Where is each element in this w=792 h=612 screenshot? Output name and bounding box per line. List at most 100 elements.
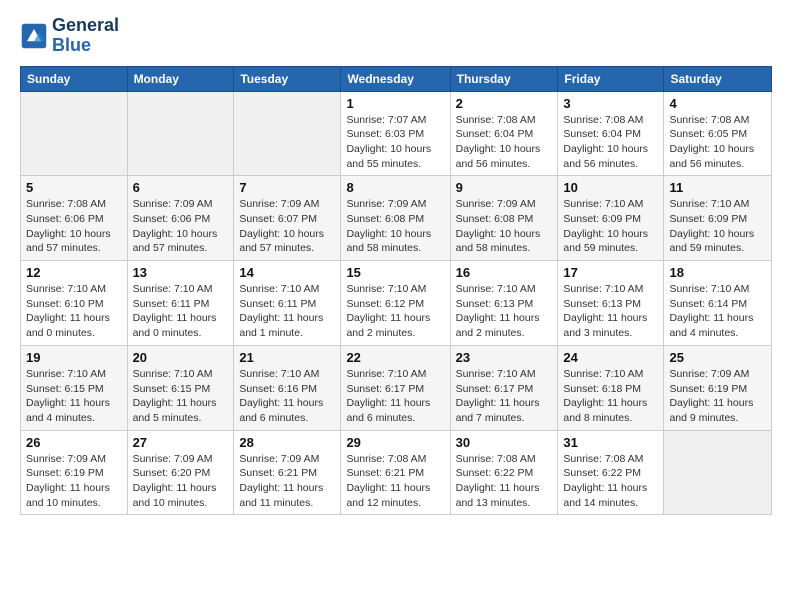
weekday-header-friday: Friday — [558, 66, 664, 91]
day-info: Sunrise: 7:09 AM Sunset: 6:21 PM Dayligh… — [239, 452, 335, 511]
day-info: Sunrise: 7:08 AM Sunset: 6:21 PM Dayligh… — [346, 452, 444, 511]
day-cell: 7 Sunrise: 7:09 AM Sunset: 6:07 PM Daylig… — [234, 176, 341, 261]
day-cell: 15 Sunrise: 7:10 AM Sunset: 6:12 PM Dayli… — [341, 261, 450, 346]
day-cell — [234, 91, 341, 176]
day-number: 16 — [456, 265, 553, 280]
day-number: 17 — [563, 265, 658, 280]
day-info: Sunrise: 7:08 AM Sunset: 6:04 PM Dayligh… — [563, 113, 658, 172]
day-number: 9 — [456, 180, 553, 195]
day-number: 23 — [456, 350, 553, 365]
day-cell: 12Sunrise: 7:10 AM Sunset: 6:10 PM Dayli… — [21, 261, 128, 346]
day-info: Sunrise: 7:09 AM Sunset: 6:19 PM Dayligh… — [26, 452, 122, 511]
day-info: Sunrise: 7:09 AM Sunset: 6:07 PM Dayligh… — [239, 197, 335, 256]
day-number: 26 — [26, 435, 122, 450]
day-info: Sunrise: 7:10 AM Sunset: 6:15 PM Dayligh… — [133, 367, 229, 426]
week-row-3: 12Sunrise: 7:10 AM Sunset: 6:10 PM Dayli… — [21, 261, 772, 346]
day-info: Sunrise: 7:10 AM Sunset: 6:18 PM Dayligh… — [563, 367, 658, 426]
day-info: Sunrise: 7:07 AM Sunset: 6:03 PM Dayligh… — [346, 113, 444, 172]
day-cell: 5Sunrise: 7:08 AM Sunset: 6:06 PM Daylig… — [21, 176, 128, 261]
day-number: 18 — [669, 265, 766, 280]
day-info: Sunrise: 7:09 AM Sunset: 6:20 PM Dayligh… — [133, 452, 229, 511]
day-cell: 4 Sunrise: 7:08 AM Sunset: 6:05 PM Daylig… — [664, 91, 772, 176]
day-number: 24 — [563, 350, 658, 365]
week-row-1: 1 Sunrise: 7:07 AM Sunset: 6:03 PM Daylig… — [21, 91, 772, 176]
weekday-header-saturday: Saturday — [664, 66, 772, 91]
day-number: 6 — [133, 180, 229, 195]
day-number: 11 — [669, 180, 766, 195]
day-info: Sunrise: 7:09 AM Sunset: 6:19 PM Dayligh… — [669, 367, 766, 426]
day-cell — [21, 91, 128, 176]
day-cell: 23 Sunrise: 7:10 AM Sunset: 6:17 PM Dayli… — [450, 345, 558, 430]
day-cell: 10Sunrise: 7:10 AM Sunset: 6:09 PM Dayli… — [558, 176, 664, 261]
day-number: 22 — [346, 350, 444, 365]
day-cell: 9 Sunrise: 7:09 AM Sunset: 6:08 PM Daylig… — [450, 176, 558, 261]
day-cell: 24 Sunrise: 7:10 AM Sunset: 6:18 PM Dayli… — [558, 345, 664, 430]
day-info: Sunrise: 7:08 AM Sunset: 6:06 PM Dayligh… — [26, 197, 122, 256]
day-number: 1 — [346, 96, 444, 111]
day-number: 28 — [239, 435, 335, 450]
day-info: Sunrise: 7:08 AM Sunset: 6:05 PM Dayligh… — [669, 113, 766, 172]
day-cell: 13 Sunrise: 7:10 AM Sunset: 6:11 PM Dayli… — [127, 261, 234, 346]
day-cell: 3 Sunrise: 7:08 AM Sunset: 6:04 PM Daylig… — [558, 91, 664, 176]
calendar-table: SundayMondayTuesdayWednesdayThursdayFrid… — [20, 66, 772, 516]
day-info: Sunrise: 7:10 AM Sunset: 6:15 PM Dayligh… — [26, 367, 122, 426]
day-cell: 25Sunrise: 7:09 AM Sunset: 6:19 PM Dayli… — [664, 345, 772, 430]
day-cell: 6 Sunrise: 7:09 AM Sunset: 6:06 PM Daylig… — [127, 176, 234, 261]
day-info: Sunrise: 7:10 AM Sunset: 6:11 PM Dayligh… — [133, 282, 229, 341]
day-cell: 14Sunrise: 7:10 AM Sunset: 6:11 PM Dayli… — [234, 261, 341, 346]
day-info: Sunrise: 7:10 AM Sunset: 6:14 PM Dayligh… — [669, 282, 766, 341]
weekday-header-row: SundayMondayTuesdayWednesdayThursdayFrid… — [21, 66, 772, 91]
day-cell: 31Sunrise: 7:08 AM Sunset: 6:22 PM Dayli… — [558, 430, 664, 515]
day-number: 27 — [133, 435, 229, 450]
day-info: Sunrise: 7:10 AM Sunset: 6:17 PM Dayligh… — [346, 367, 444, 426]
weekday-header-tuesday: Tuesday — [234, 66, 341, 91]
day-cell: 22 Sunrise: 7:10 AM Sunset: 6:17 PM Dayli… — [341, 345, 450, 430]
day-number: 7 — [239, 180, 335, 195]
logo-line2: Blue — [52, 36, 119, 56]
page: General Blue SundayMondayTuesdayWednesda… — [0, 0, 792, 612]
header: General Blue — [20, 16, 772, 56]
weekday-header-wednesday: Wednesday — [341, 66, 450, 91]
week-row-4: 19 Sunrise: 7:10 AM Sunset: 6:15 PM Dayli… — [21, 345, 772, 430]
day-info: Sunrise: 7:09 AM Sunset: 6:06 PM Dayligh… — [133, 197, 229, 256]
day-number: 3 — [563, 96, 658, 111]
day-info: Sunrise: 7:09 AM Sunset: 6:08 PM Dayligh… — [346, 197, 444, 256]
day-number: 13 — [133, 265, 229, 280]
weekday-header-thursday: Thursday — [450, 66, 558, 91]
day-cell: 11 Sunrise: 7:10 AM Sunset: 6:09 PM Dayli… — [664, 176, 772, 261]
logo: General Blue — [20, 16, 119, 56]
day-number: 31 — [563, 435, 658, 450]
day-cell: 21 Sunrise: 7:10 AM Sunset: 6:16 PM Dayli… — [234, 345, 341, 430]
day-number: 15 — [346, 265, 444, 280]
logo-icon — [20, 22, 48, 50]
day-info: Sunrise: 7:10 AM Sunset: 6:12 PM Dayligh… — [346, 282, 444, 341]
day-number: 21 — [239, 350, 335, 365]
day-number: 10 — [563, 180, 658, 195]
day-cell: 29 Sunrise: 7:08 AM Sunset: 6:21 PM Dayli… — [341, 430, 450, 515]
day-info: Sunrise: 7:10 AM Sunset: 6:11 PM Dayligh… — [239, 282, 335, 341]
logo-line1: General — [52, 16, 119, 36]
week-row-2: 5Sunrise: 7:08 AM Sunset: 6:06 PM Daylig… — [21, 176, 772, 261]
day-cell — [127, 91, 234, 176]
day-cell: 26 Sunrise: 7:09 AM Sunset: 6:19 PM Dayli… — [21, 430, 128, 515]
week-row-5: 26 Sunrise: 7:09 AM Sunset: 6:19 PM Dayli… — [21, 430, 772, 515]
day-info: Sunrise: 7:10 AM Sunset: 6:16 PM Dayligh… — [239, 367, 335, 426]
day-info: Sunrise: 7:10 AM Sunset: 6:13 PM Dayligh… — [563, 282, 658, 341]
day-number: 30 — [456, 435, 553, 450]
day-info: Sunrise: 7:10 AM Sunset: 6:13 PM Dayligh… — [456, 282, 553, 341]
day-cell: 17 Sunrise: 7:10 AM Sunset: 6:13 PM Dayli… — [558, 261, 664, 346]
day-cell: 2Sunrise: 7:08 AM Sunset: 6:04 PM Daylig… — [450, 91, 558, 176]
day-cell: 27 Sunrise: 7:09 AM Sunset: 6:20 PM Dayli… — [127, 430, 234, 515]
day-number: 20 — [133, 350, 229, 365]
day-number: 29 — [346, 435, 444, 450]
day-cell — [664, 430, 772, 515]
day-cell: 8Sunrise: 7:09 AM Sunset: 6:08 PM Daylig… — [341, 176, 450, 261]
day-number: 12 — [26, 265, 122, 280]
day-cell: 16 Sunrise: 7:10 AM Sunset: 6:13 PM Dayli… — [450, 261, 558, 346]
day-info: Sunrise: 7:09 AM Sunset: 6:08 PM Dayligh… — [456, 197, 553, 256]
day-info: Sunrise: 7:10 AM Sunset: 6:17 PM Dayligh… — [456, 367, 553, 426]
day-info: Sunrise: 7:10 AM Sunset: 6:09 PM Dayligh… — [669, 197, 766, 256]
weekday-header-monday: Monday — [127, 66, 234, 91]
day-number: 4 — [669, 96, 766, 111]
day-number: 19 — [26, 350, 122, 365]
